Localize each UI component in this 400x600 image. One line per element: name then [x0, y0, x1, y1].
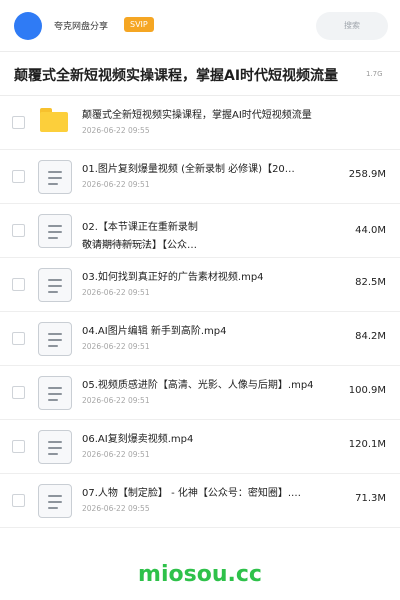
- document-icon: [38, 322, 72, 356]
- file-name-line2: 敬请期待新玩法】【公众…: [82, 240, 197, 251]
- file-name: 01.图片复刻爆量视频 (全新录制 必修课)【20…: [82, 164, 295, 175]
- file-size: 84.2M: [355, 331, 386, 342]
- document-icon: [38, 376, 72, 410]
- file-date: 2026-06-22 09:51: [82, 342, 150, 351]
- file-size: 120.1M: [348, 439, 386, 450]
- list-item[interactable]: 06.AI复刻爆卖视频.mp4 2026-06-22 09:51 120.1M: [0, 420, 400, 474]
- file-size: 258.9M: [348, 169, 386, 180]
- file-name: 03.如何找到真正好的广告素材视频.mp4: [82, 272, 264, 283]
- file-date: 2026-06-22 09:51: [82, 396, 150, 405]
- watermark: miosou.cc: [138, 562, 262, 587]
- checkbox[interactable]: [12, 224, 25, 237]
- list-item[interactable]: 05.视频质感进阶【高清、光影、人像与后期】.mp4 2026-06-22 09…: [0, 366, 400, 420]
- file-size: 82.5M: [355, 277, 386, 288]
- list-item[interactable]: 01.图片复刻爆量视频 (全新录制 必修课)【20… 2026-06-22 09…: [0, 150, 400, 204]
- file-date: 2026-06-22 09:51: [82, 450, 150, 459]
- file-name: 05.视频质感进阶【高清、光影、人像与后期】.mp4: [82, 380, 314, 391]
- folder-icon: [40, 108, 68, 132]
- file-date: 2026-06-22 09:55: [82, 504, 150, 513]
- checkbox[interactable]: [12, 440, 25, 453]
- file-size: 100.9M: [348, 385, 386, 396]
- brand-name: 夸克网盘分享: [54, 22, 109, 32]
- list-item[interactable]: 03.如何找到真正好的广告素材视频.mp4 2026-06-22 09:51 8…: [0, 258, 400, 312]
- file-size: 44.0M: [355, 225, 386, 236]
- file-name-line1: 02.【本节课正在重新录制: [82, 222, 198, 233]
- list-item[interactable]: 07.人物【制定脸】 - 化神【公众号：密知圈】.… 2026-06-22 09…: [0, 474, 400, 528]
- checkbox[interactable]: [12, 278, 25, 291]
- folder-size: 1.7G: [366, 70, 383, 78]
- document-icon: [38, 214, 72, 248]
- file-name: 04.AI图片编辑 新手到高阶.mp4: [82, 326, 227, 337]
- file-date: 2026-06-22 09:51: [82, 180, 150, 189]
- file-name: 颠覆式全新短视频实操课程，掌握AI时代短视频流量: [82, 110, 312, 121]
- folder-title: 颠覆式全新短视频实操课程，掌握AI时代短视频流量: [14, 68, 339, 84]
- svip-badge: SVIP: [124, 17, 154, 32]
- list-item[interactable]: 02.【本节课正在重新录制 2026-06-22 09:51 敬请期待新玩法】【…: [0, 204, 400, 258]
- document-icon: [38, 484, 72, 518]
- checkbox[interactable]: [12, 386, 25, 399]
- file-date: 2026-06-22 09:51: [82, 288, 150, 297]
- list-item[interactable]: 04.AI图片编辑 新手到高阶.mp4 2026-06-22 09:51 84.…: [0, 312, 400, 366]
- top-bar: 夸克网盘分享 SVIP 搜索: [0, 0, 400, 52]
- avatar[interactable]: [14, 12, 42, 40]
- checkbox[interactable]: [12, 170, 25, 183]
- checkbox[interactable]: [12, 116, 25, 129]
- file-size: 71.3M: [355, 493, 386, 504]
- file-date: 2026-06-22 09:55: [82, 126, 150, 135]
- search-input[interactable]: 搜索: [316, 12, 388, 40]
- document-icon: [38, 160, 72, 194]
- document-icon: [38, 430, 72, 464]
- file-name: 06.AI复刻爆卖视频.mp4: [82, 434, 194, 445]
- file-name: 07.人物【制定脸】 - 化神【公众号：密知圈】.…: [82, 488, 302, 499]
- checkbox[interactable]: [12, 494, 25, 507]
- list-item[interactable]: 颠覆式全新短视频实操课程，掌握AI时代短视频流量 2026-06-22 09:5…: [0, 96, 400, 150]
- checkbox[interactable]: [12, 332, 25, 345]
- document-icon: [38, 268, 72, 302]
